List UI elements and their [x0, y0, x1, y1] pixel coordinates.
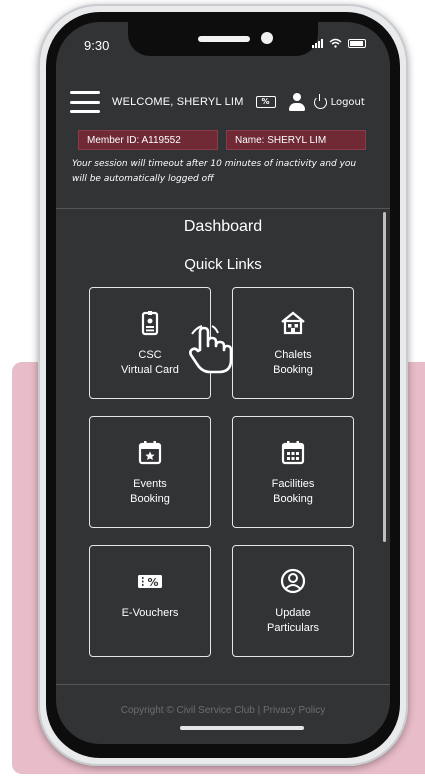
- home-indicator[interactable]: [180, 726, 304, 730]
- speaker: [198, 36, 250, 42]
- svg-text:%: %: [147, 576, 158, 589]
- logout-label: Logout: [330, 96, 365, 108]
- tap-hand-icon: [189, 325, 233, 374]
- phone-notch: [128, 22, 318, 56]
- footer-text: Copyright © Civil Service Club | Privacy…: [120, 705, 326, 716]
- member-info: Member ID: A119552 Name: SHERYL LIM: [78, 130, 366, 150]
- footer-divider: [56, 684, 390, 685]
- tile-label: Facilities Booking: [271, 478, 315, 505]
- tile-e-vouchers[interactable]: % E-Vouchers: [89, 545, 211, 657]
- app-header: WELCOME, SHERYL LIM % Logout: [70, 82, 380, 122]
- member-id-badge: Member ID: A119552: [78, 130, 218, 150]
- tile-label: Chalets Booking: [273, 349, 313, 376]
- profile-icon[interactable]: [288, 93, 306, 111]
- tile-label: E-Vouchers: [121, 607, 179, 619]
- power-icon: [313, 93, 327, 109]
- session-timeout-notice: Your session will timeout after 10 minut…: [72, 159, 357, 184]
- page-title: Dashboard: [183, 218, 263, 235]
- user-circle-icon: [280, 568, 306, 594]
- status-time: 9:30: [84, 38, 110, 53]
- event-calendar-icon: [138, 441, 162, 465]
- voucher-icon: %: [138, 575, 162, 589]
- chalet-house-icon: [281, 311, 305, 335]
- status-icons: [312, 38, 366, 48]
- header-divider: [56, 208, 390, 209]
- phone-screen: 9:30 WELCOME, SHERYL LIM % Logout Member…: [56, 22, 390, 744]
- tile-events-booking[interactable]: Events Booking: [89, 416, 211, 528]
- camera: [261, 32, 273, 44]
- tile-update-particulars[interactable]: Update Particulars: [232, 545, 354, 657]
- tile-chalets-booking[interactable]: Chalets Booking: [232, 287, 354, 399]
- member-name-badge: Name: SHERYL LIM: [226, 130, 366, 150]
- voucher-shortcut-icon[interactable]: %: [255, 96, 276, 108]
- logout-button[interactable]: Logout: [313, 93, 365, 109]
- welcome-text: WELCOME, SHERYL LIM: [112, 96, 244, 108]
- tile-facilities-booking[interactable]: Facilities Booking: [232, 416, 354, 528]
- facilities-calendar-icon: [281, 441, 305, 465]
- signal-icon: [312, 38, 323, 48]
- id-badge-icon: [141, 311, 159, 336]
- battery-icon: [348, 38, 366, 48]
- wifi-icon: [329, 38, 342, 48]
- tile-label: Update Particulars: [267, 607, 319, 634]
- hamburger-menu-icon[interactable]: [70, 91, 100, 113]
- section-title: Quick Links: [184, 256, 262, 273]
- tile-label: Events Booking: [130, 478, 170, 505]
